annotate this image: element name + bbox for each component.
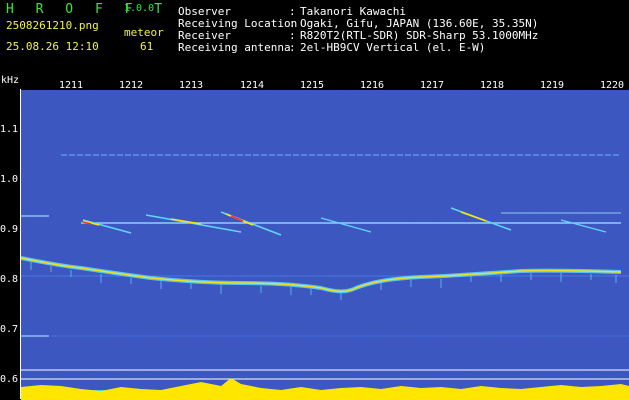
- y-unit-label: kHz: [1, 75, 20, 86]
- header-panel: H R O F F T 1.0.0 2508261210.png meteor …: [0, 0, 629, 80]
- y-tick-0-7: 0.7: [0, 324, 19, 335]
- y-tick-0-6: 0.6: [0, 374, 19, 385]
- y-tick-1-1: 1.1: [0, 124, 19, 135]
- file-name: 2508261210.png: [6, 19, 99, 32]
- meteor-count: 61: [140, 40, 154, 53]
- noise-texture: [21, 90, 629, 400]
- antenna-sep: :: [289, 41, 296, 54]
- detection-label: meteor: [124, 26, 164, 39]
- y-tick-0-9: 0.9: [0, 224, 19, 235]
- spectrogram: [21, 90, 629, 400]
- timestamp: 25.08.26 12:10: [6, 40, 99, 53]
- antenna-value: 2el-HB9CV Vertical (el. E-W): [300, 41, 486, 54]
- y-tick-0-8: 0.8: [0, 274, 19, 285]
- antenna-label: Receiving antenna: [178, 41, 291, 54]
- y-tick-1-0: 1.0: [0, 174, 19, 185]
- app-version: 1.0.0: [124, 3, 155, 14]
